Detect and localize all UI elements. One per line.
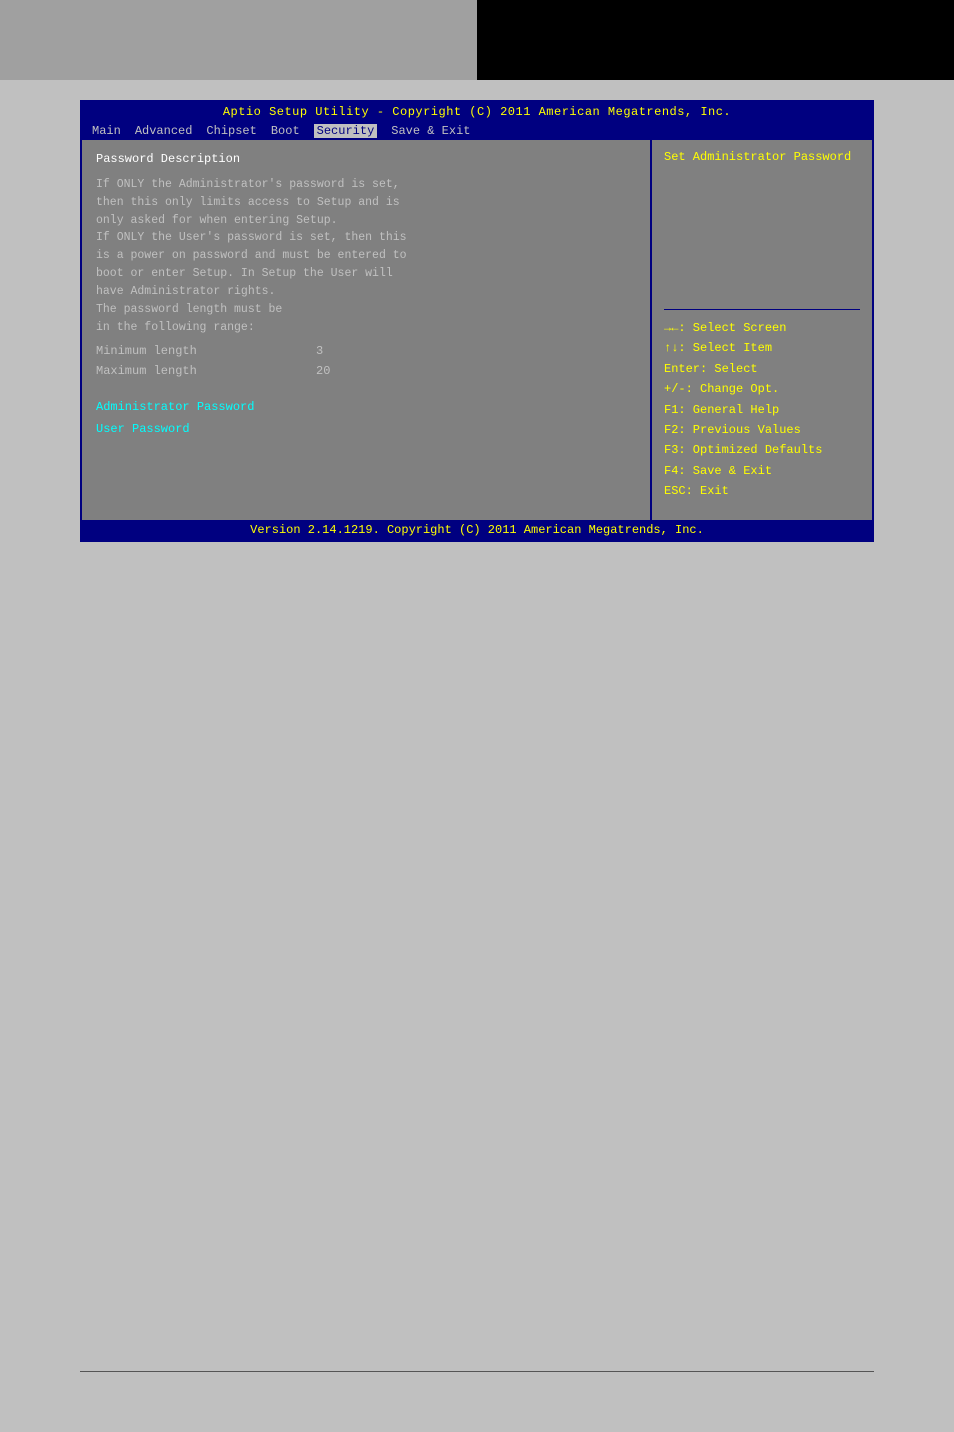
desc-line-6: have Administrator rights. <box>96 283 636 301</box>
help-item-6: F3: Optimized Defaults <box>664 440 860 460</box>
right-top-section: Set Administrator Password <box>664 150 860 310</box>
help-item-5: F2: Previous Values <box>664 420 860 440</box>
bios-menu-bar: Main Advanced Chipset Boot Security Save… <box>82 122 872 140</box>
bios-body: Password Description If ONLY the Adminis… <box>82 140 872 520</box>
banner-right <box>477 0 954 80</box>
desc-line-1: then this only limits access to Setup an… <box>96 194 636 212</box>
banner-left <box>0 0 477 80</box>
field-min-value: 3 <box>316 342 323 360</box>
bios-title: Aptio Setup Utility - Copyright (C) 2011… <box>223 105 731 119</box>
help-section: →←: Select Screen ↑↓: Select Item Enter:… <box>664 318 860 502</box>
menu-item-boot[interactable]: Boot <box>271 124 300 138</box>
admin-password-item[interactable]: Administrator Password <box>96 398 636 416</box>
desc-line-4: is a power on password and must be enter… <box>96 247 636 265</box>
field-min-length: Minimum length 3 <box>96 342 636 360</box>
bios-footer: Version 2.14.1219. Copyright (C) 2011 Am… <box>82 520 872 540</box>
menu-item-chipset[interactable]: Chipset <box>206 124 256 138</box>
bottom-divider <box>80 1371 874 1372</box>
help-item-3: +/-: Change Opt. <box>664 379 860 399</box>
menu-item-main[interactable]: Main <box>92 124 121 138</box>
desc-line-3: If ONLY the User's password is set, then… <box>96 229 636 247</box>
desc-line-8: in the following range: <box>96 319 636 337</box>
field-min-label: Minimum length <box>96 342 316 360</box>
bios-left-panel: Password Description If ONLY the Adminis… <box>82 140 650 520</box>
desc-line-0: If ONLY the Administrator's password is … <box>96 176 636 194</box>
help-item-1: ↑↓: Select Item <box>664 338 860 358</box>
right-top-text: Set Administrator Password <box>664 150 851 164</box>
help-item-4: F1: General Help <box>664 400 860 420</box>
menu-item-save-exit[interactable]: Save & Exit <box>391 124 470 138</box>
section-title: Password Description <box>96 150 636 168</box>
description-text: If ONLY the Administrator's password is … <box>96 176 636 336</box>
menu-item-advanced[interactable]: Advanced <box>135 124 193 138</box>
help-item-2: Enter: Select <box>664 359 860 379</box>
desc-line-2: only asked for when entering Setup. <box>96 212 636 230</box>
help-item-7: F4: Save & Exit <box>664 461 860 481</box>
user-password-item[interactable]: User Password <box>96 420 636 438</box>
help-item-0: →←: Select Screen <box>664 318 860 338</box>
help-item-8: ESC: Exit <box>664 481 860 501</box>
field-max-value: 20 <box>316 362 330 380</box>
bios-container: Aptio Setup Utility - Copyright (C) 2011… <box>80 100 874 542</box>
field-max-length: Maximum length 20 <box>96 362 636 380</box>
desc-line-7: The password length must be <box>96 301 636 319</box>
field-max-label: Maximum length <box>96 362 316 380</box>
menu-item-security[interactable]: Security <box>314 124 378 138</box>
footer-text: Version 2.14.1219. Copyright (C) 2011 Am… <box>250 523 704 537</box>
bios-title-bar: Aptio Setup Utility - Copyright (C) 2011… <box>82 102 872 122</box>
bios-right-panel: Set Administrator Password →←: Select Sc… <box>652 140 872 520</box>
desc-line-5: boot or enter Setup. In Setup the User w… <box>96 265 636 283</box>
